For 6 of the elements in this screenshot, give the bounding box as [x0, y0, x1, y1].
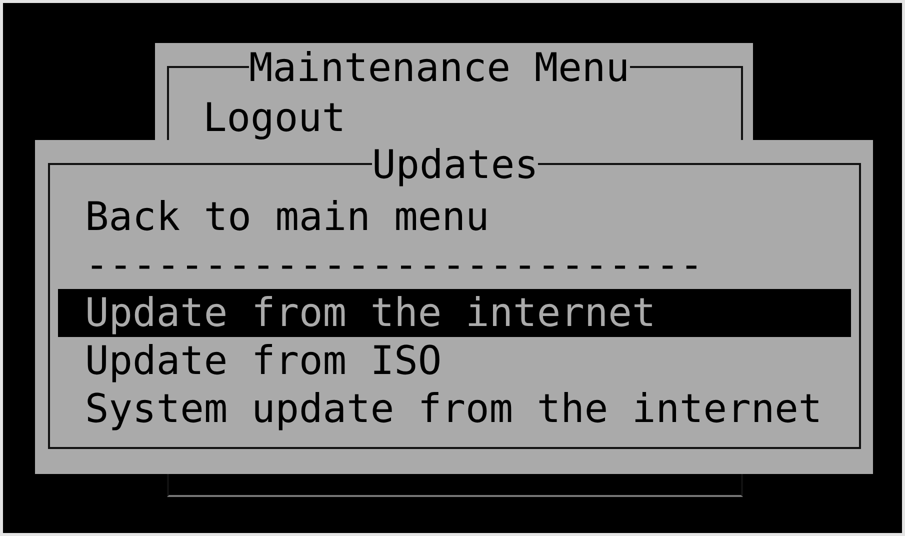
menu-item[interactable]: Update from ISO	[58, 337, 851, 385]
separator-line: --------------------------	[84, 241, 704, 289]
menu-item[interactable]: Update from the internet	[58, 289, 851, 337]
menu-item[interactable]: System update from the internet	[58, 385, 851, 433]
menu-item[interactable]: Back to main menu	[58, 193, 851, 241]
menu-item[interactable]: Logout	[203, 94, 741, 142]
